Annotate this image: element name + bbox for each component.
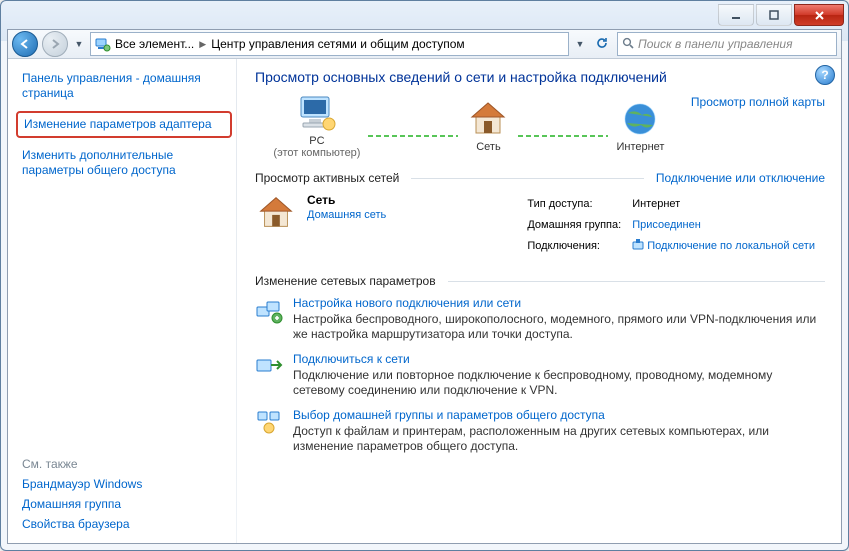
map-net-label: Сеть bbox=[476, 141, 500, 153]
ethernet-icon bbox=[632, 239, 644, 251]
sidebar-link-adapter-settings[interactable]: Изменение параметров адаптера bbox=[16, 111, 232, 138]
breadcrumb[interactable]: Все элемент... ▶ Центр управления сетями… bbox=[90, 32, 569, 56]
map-connector bbox=[518, 135, 608, 137]
prop-label: Подключения: bbox=[526, 237, 629, 256]
group-label: Просмотр активных сетей bbox=[255, 171, 399, 185]
group-change-settings: Изменение сетевых параметров Настройка н… bbox=[255, 274, 825, 454]
computer-icon bbox=[295, 93, 339, 133]
sidebar-link-firewall[interactable]: Брандмауэр Windows bbox=[22, 477, 228, 491]
map-this-pc[interactable]: PC (этот компьютер) bbox=[273, 93, 360, 159]
link-homegroup-status[interactable]: Присоединен bbox=[632, 219, 701, 231]
network-map-row: PC (этот компьютер) Сеть bbox=[255, 93, 825, 159]
minimize-button[interactable] bbox=[718, 4, 754, 26]
window-client: ▼ Все элемент... ▶ Центр управления сетя… bbox=[7, 29, 842, 544]
sidebar-link-advanced-sharing[interactable]: Изменить дополнительные параметры общего… bbox=[22, 148, 228, 178]
sidebar-link-browser-props[interactable]: Свойства браузера bbox=[22, 517, 228, 531]
house-network-icon bbox=[466, 99, 510, 139]
link-connect-disconnect[interactable]: Подключение или отключение bbox=[656, 171, 825, 185]
chevron-right-icon[interactable]: ▶ bbox=[194, 39, 211, 50]
link-homegroup-sharing[interactable]: Выбор домашней группы и параметров общег… bbox=[293, 408, 825, 422]
network-name: Сеть bbox=[307, 193, 386, 207]
nav-back-button[interactable] bbox=[12, 31, 38, 57]
maximize-button[interactable] bbox=[756, 4, 792, 26]
link-setup-connection[interactable]: Настройка нового подключения или сети bbox=[293, 296, 825, 310]
content-body: Панель управления - домашняя страница Из… bbox=[8, 59, 841, 543]
group-active-networks: Просмотр активных сетей Подключение или … bbox=[255, 171, 825, 262]
action-desc: Подключение или повторное подключение к … bbox=[293, 368, 825, 398]
close-button[interactable] bbox=[794, 4, 844, 26]
search-box[interactable]: Поиск в панели управления bbox=[617, 32, 837, 56]
link-network-type[interactable]: Домашняя сеть bbox=[307, 209, 386, 221]
sidebar-see-also-label: См. также bbox=[22, 457, 228, 471]
breadcrumb-dropdown[interactable]: ▼ bbox=[573, 39, 587, 49]
connect-network-icon bbox=[255, 352, 283, 380]
action-desc: Настройка беспроводного, широкополосного… bbox=[293, 312, 825, 342]
page-title: Просмотр основных сведений о сети и наст… bbox=[255, 69, 825, 85]
prop-label: Домашняя группа: bbox=[526, 216, 629, 235]
homegroup-icon bbox=[255, 408, 283, 436]
network-properties: Тип доступа: Интернет Домашняя группа: П… bbox=[524, 193, 825, 258]
map-pc-sub: (этот компьютер) bbox=[273, 147, 360, 159]
title-bar bbox=[1, 1, 848, 29]
sidebar-link-cp-home[interactable]: Панель управления - домашняя страница bbox=[22, 71, 228, 101]
active-network-row: Сеть Домашняя сеть Тип доступа: Интернет… bbox=[255, 191, 825, 262]
action-homegroup-sharing: Выбор домашней группы и параметров общег… bbox=[255, 408, 825, 454]
action-connect-network: Подключиться к сети Подключение или повт… bbox=[255, 352, 825, 398]
house-icon bbox=[255, 193, 297, 233]
map-connector bbox=[368, 135, 458, 137]
link-full-map[interactable]: Просмотр полной карты bbox=[691, 95, 825, 109]
action-setup-connection: Настройка нового подключения или сети На… bbox=[255, 296, 825, 342]
main-panel: ? Просмотр основных сведений о сети и на… bbox=[237, 59, 841, 543]
nav-history-dropdown[interactable]: ▼ bbox=[72, 39, 86, 49]
action-desc: Доступ к файлам и принтерам, расположенн… bbox=[293, 424, 825, 454]
sidebar-link-homegroup[interactable]: Домашняя группа bbox=[22, 497, 228, 511]
breadcrumb-item[interactable]: Все элемент... bbox=[115, 37, 194, 51]
map-internet[interactable]: Интернет bbox=[616, 99, 664, 153]
help-button[interactable]: ? bbox=[815, 65, 835, 85]
link-connection[interactable]: Подключение по локальной сети bbox=[647, 240, 815, 252]
link-connect-network[interactable]: Подключиться к сети bbox=[293, 352, 825, 366]
prop-value: Интернет bbox=[631, 195, 823, 214]
window-frame: ▼ Все элемент... ▶ Центр управления сетя… bbox=[0, 0, 849, 551]
network-center-icon bbox=[95, 36, 111, 52]
breadcrumb-item[interactable]: Центр управления сетями и общим доступом bbox=[211, 37, 465, 51]
refresh-button[interactable] bbox=[591, 36, 613, 53]
nav-forward-button[interactable] bbox=[42, 31, 68, 57]
map-pc-label: PC bbox=[309, 135, 324, 147]
prop-label: Тип доступа: bbox=[526, 195, 629, 214]
setup-connection-icon bbox=[255, 296, 283, 324]
sidebar: Панель управления - домашняя страница Из… bbox=[8, 59, 236, 543]
search-icon bbox=[622, 37, 634, 52]
search-placeholder-text: Поиск в панели управления bbox=[638, 37, 793, 51]
address-bar-row: ▼ Все элемент... ▶ Центр управления сетя… bbox=[8, 30, 841, 59]
map-network[interactable]: Сеть bbox=[466, 99, 510, 153]
group-label: Изменение сетевых параметров bbox=[255, 274, 436, 288]
map-inet-label: Интернет bbox=[616, 141, 664, 153]
globe-icon bbox=[618, 99, 662, 139]
